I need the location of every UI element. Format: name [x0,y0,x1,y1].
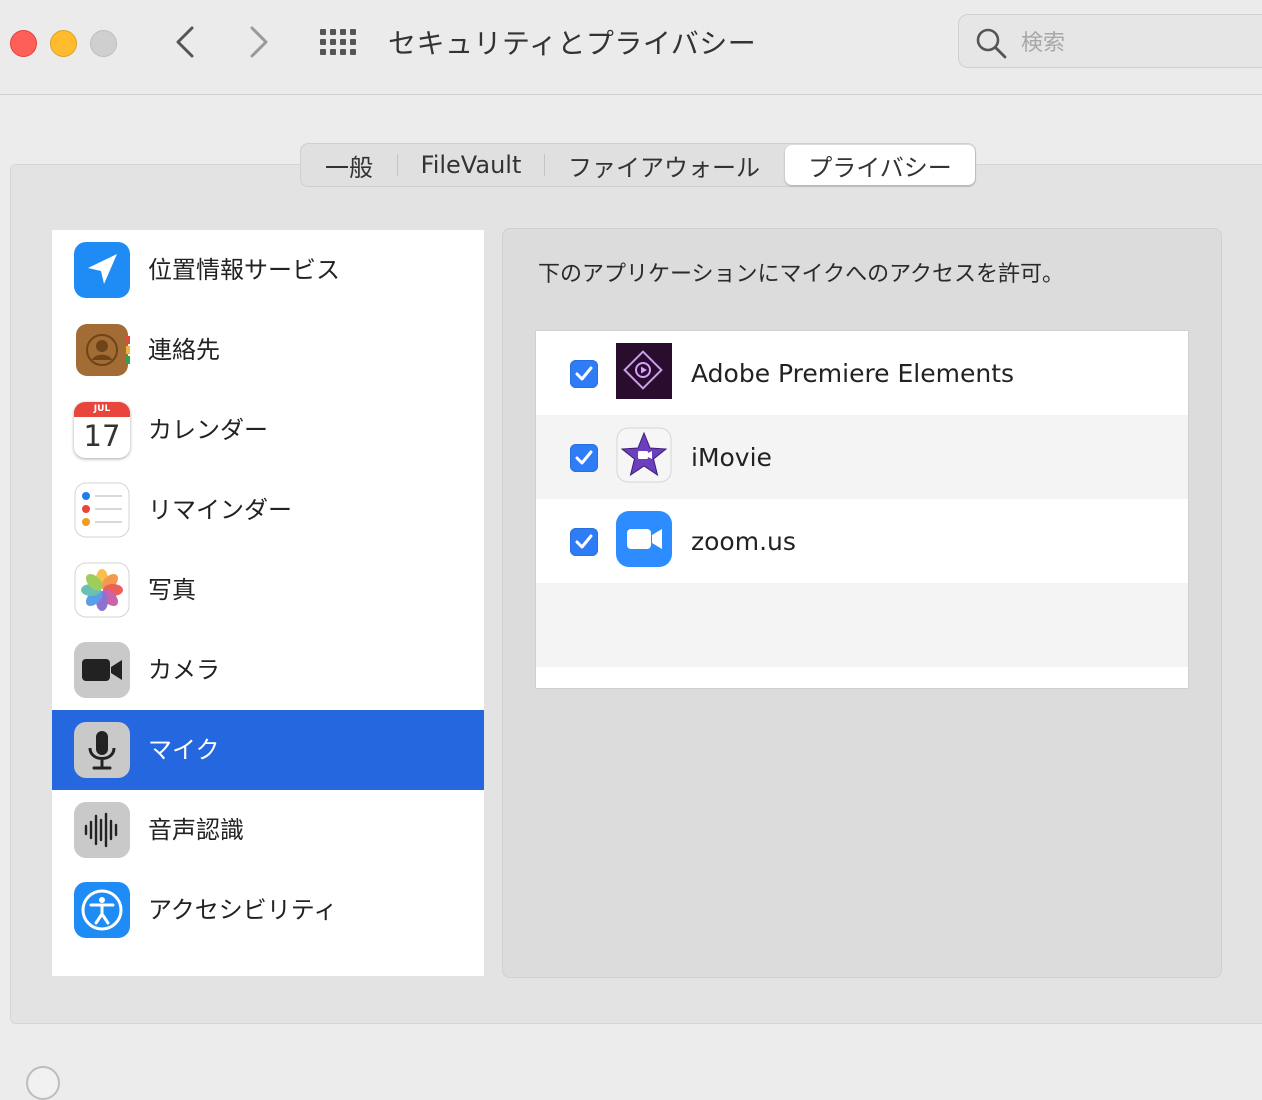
app-permission-checkbox[interactable] [570,444,598,472]
microphone-icon [74,722,130,778]
tab-firewall[interactable]: ファイアウォール [545,145,783,185]
reminders-icon [74,482,130,538]
calendar-icon: JUL 17 [74,402,130,458]
sidebar-item-location-services[interactable]: 位置情報サービス [52,230,484,310]
calendar-day-text: 17 [83,419,121,453]
table-row: iMovie [536,415,1188,499]
permission-description: 下のアプリケーションにマイクへのアクセスを許可。 [538,262,1065,287]
forward-button[interactable] [244,24,274,60]
checkmark-icon [575,450,593,465]
sidebar-item-accessibility[interactable]: アクセシビリティ [52,870,484,950]
search-field[interactable] [958,14,1262,68]
checkmark-icon [575,534,593,549]
app-permission-checkbox[interactable] [570,360,598,388]
sidebar-item-camera[interactable]: カメラ [52,630,484,710]
privacy-category-list: 位置情報サービス 連絡先 JUL 17 カレンダー リマインダー 写真 カメラ … [52,230,484,976]
contacts-book-icon [76,324,130,376]
sidebar-item-contacts[interactable]: 連絡先 [52,310,484,390]
sidebar-item-photos[interactable]: 写真 [52,550,484,630]
show-all-grid-button[interactable] [320,25,360,59]
tab-privacy[interactable]: プライバシー [785,145,975,185]
speech-waveform-icon [74,802,130,858]
zoom-window-button[interactable] [90,30,117,57]
sidebar-item-calendar[interactable]: JUL 17 カレンダー [52,390,484,470]
chevron-left-icon [176,26,194,58]
sidebar-item-label: 音声認識 [148,816,244,844]
minimize-window-button[interactable] [50,30,77,57]
window-title: セキュリティとプライバシー [388,27,757,60]
sidebar-item-label: アクセシビリティ [148,896,338,924]
table-row: Adobe Premiere Elements [536,331,1188,415]
title-bar: セキュリティとプライバシー [0,0,1262,95]
sidebar-item-reminders[interactable]: リマインダー [52,470,484,550]
sidebar-item-label: マイク [148,736,220,764]
search-input[interactable] [1019,25,1253,61]
accessibility-icon [74,882,130,938]
empty-row [536,583,1188,667]
sidebar-item-label: 写真 [148,576,196,604]
camera-icon [74,642,130,698]
sidebar-item-label: 位置情報サービス [148,256,340,284]
zoom-camera-icon [616,511,672,567]
sidebar-item-label: リマインダー [148,496,292,524]
sidebar-item-speech-recognition[interactable]: 音声認識 [52,790,484,870]
tab-bar: 一般 FileVault ファイアウォール プライバシー [300,143,976,187]
sidebar-item-microphone[interactable]: マイク [52,710,484,790]
app-name: zoom.us [691,527,796,556]
search-icon [976,28,1007,59]
app-permission-list: Adobe Premiere Elements iMovie zoom.us [535,330,1189,689]
app-permission-checkbox[interactable] [570,528,598,556]
chevron-right-icon [250,26,268,58]
app-name: Adobe Premiere Elements [691,359,1015,388]
sidebar-item-label: カレンダー [148,416,268,444]
tab-filevault[interactable]: FileVault [398,145,544,185]
photos-flower-icon [74,562,130,618]
sidebar-item-label: カメラ [148,656,220,684]
app-name: iMovie [691,443,772,472]
close-window-button[interactable] [10,30,37,57]
tab-general[interactable]: 一般 [301,145,397,185]
premiere-elements-icon [616,343,672,399]
checkmark-icon [575,366,593,381]
table-row: zoom.us [536,499,1188,583]
lock-button[interactable] [26,1066,60,1100]
imovie-star-icon [616,427,672,483]
calendar-month-text: JUL [74,402,130,417]
sidebar-item-label: 連絡先 [148,336,220,364]
location-arrow-icon [74,242,130,298]
back-button[interactable] [170,24,200,60]
